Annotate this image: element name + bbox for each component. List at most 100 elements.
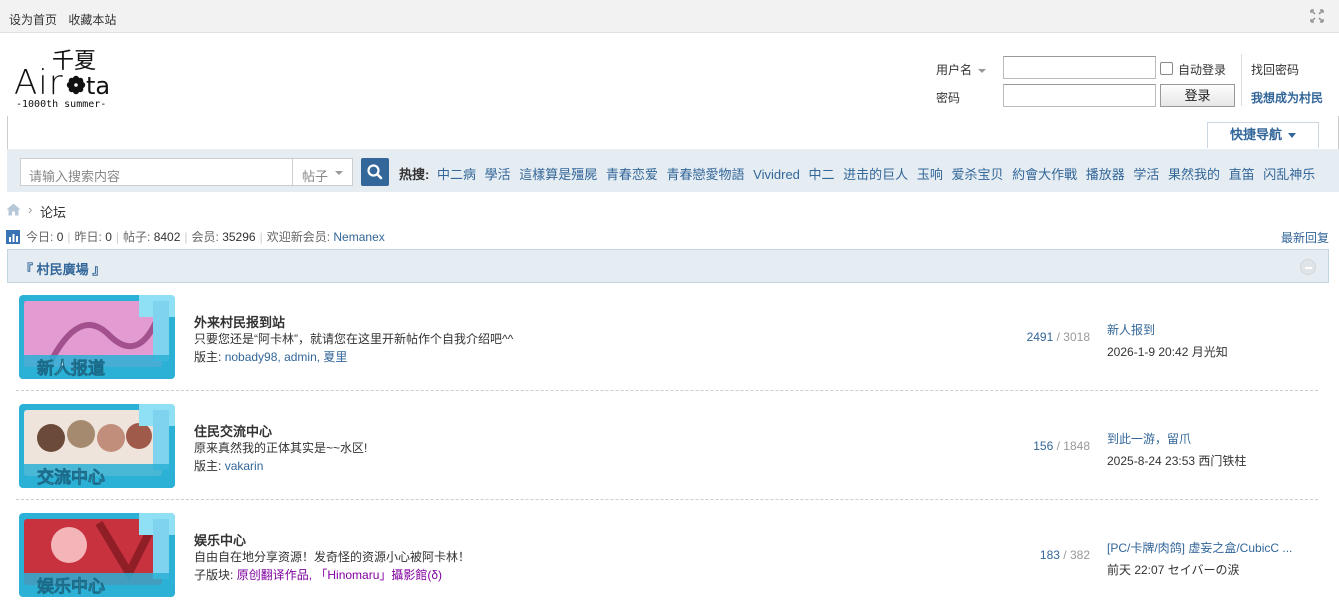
- hot-search-term[interactable]: 學活: [485, 167, 511, 182]
- auto-login-label[interactable]: 自动登录: [1178, 61, 1226, 78]
- post-count: 3018: [1063, 330, 1090, 344]
- last-post: 到此一游，留爪 2025-8-24 23:53 西门铁柱: [1107, 430, 1246, 469]
- expand-icon[interactable]: [1309, 8, 1325, 24]
- moderator-links[interactable]: nobady98, admin, 夏里: [225, 350, 348, 364]
- hot-search-term[interactable]: 中二病: [437, 167, 476, 182]
- auto-login-checkbox[interactable]: [1160, 62, 1173, 75]
- collapse-icon[interactable]: [1300, 259, 1316, 275]
- search-input[interactable]: 请输入搜索内容: [20, 158, 293, 186]
- last-post-meta: 前天 22:07 セイバーの涙: [1107, 563, 1240, 577]
- set-home-link[interactable]: 设为首页: [9, 13, 57, 27]
- last-post-title[interactable]: 新人报到: [1107, 321, 1228, 338]
- hot-search-label: 热搜:: [399, 167, 430, 182]
- home-icon[interactable]: [6, 203, 21, 216]
- forum-name[interactable]: 住民交流中心: [194, 421, 272, 440]
- forum-icon-label: 娱乐中心: [37, 576, 105, 597]
- search-button[interactable]: [361, 158, 389, 186]
- forum-subforums: 子版块: 原创翻译作品, 「Hinomaru」攝影館(δ): [194, 568, 443, 582]
- quick-nav-button[interactable]: 快捷导航: [1207, 122, 1319, 148]
- hot-search-term[interactable]: 闪乱神乐: [1263, 167, 1315, 182]
- top-bar: 设为首页 收藏本站: [0, 0, 1339, 33]
- password-input[interactable]: [1003, 84, 1156, 107]
- forum-counts: 183 / 382: [1039, 548, 1090, 562]
- yesterday-label: 昨日:: [74, 230, 102, 244]
- last-post-meta: 2026-1-9 20:42 月光知: [1107, 345, 1228, 359]
- moderator-links[interactable]: vakarin: [225, 459, 264, 473]
- search-bar: 请输入搜索内容 帖子 热搜: 中二病 學活 這樣算是殭屍 青春恋爱 青春戀愛物語…: [7, 149, 1339, 192]
- forum-name[interactable]: 娱乐中心: [194, 530, 246, 549]
- post-count: 1848: [1063, 439, 1090, 453]
- hot-search-term[interactable]: 直笛: [1229, 167, 1255, 182]
- forum-moderators: 版主: nobady98, admin, 夏里: [194, 350, 348, 364]
- posts-label: 帖子:: [123, 230, 151, 244]
- hot-search-term[interactable]: 进击的巨人: [843, 167, 908, 182]
- bookmark-link[interactable]: 收藏本站: [68, 13, 116, 27]
- thread-count: 156: [1033, 439, 1054, 453]
- thread-count: 2491: [1026, 330, 1054, 344]
- forum-counts: 156 / 1848: [1033, 439, 1090, 453]
- hot-search-term[interactable]: Vividred: [753, 167, 800, 182]
- welcome-label: 欢迎新会员:: [266, 230, 331, 244]
- last-post-meta: 2025-8-24 23:53 西门铁柱: [1107, 454, 1247, 468]
- username-type-select[interactable]: 用户名: [936, 61, 987, 78]
- site-logo[interactable]: 千夏 Air ta -1000th summer-: [14, 46, 126, 112]
- hot-search-term[interactable]: 播放器: [1086, 167, 1125, 182]
- members-label: 会员:: [191, 230, 219, 244]
- today-count: 0: [56, 230, 64, 244]
- hot-search-term[interactable]: 中二: [809, 167, 835, 182]
- svg-text:Air: Air: [14, 63, 64, 103]
- hot-search-term[interactable]: 這樣算是殭屍: [519, 167, 597, 182]
- forum-description: 自由自在地分享资源！发奇怪的资源小心被阿卡林！: [194, 550, 471, 564]
- hot-search-term[interactable]: 約會大作戰: [1012, 167, 1077, 182]
- hot-search-term[interactable]: 学活: [1133, 167, 1159, 182]
- forgot-password-link[interactable]: 找回密码: [1251, 61, 1299, 78]
- divider: [1241, 54, 1242, 106]
- hot-search-term[interactable]: 玉响: [917, 167, 943, 182]
- hot-search-term[interactable]: 青春恋爱: [606, 167, 658, 182]
- hot-search-term[interactable]: 果然我的: [1168, 167, 1220, 182]
- forum-row: 娱乐中心 娱乐中心 自由自在地分享资源！发奇怪的资源小心被阿卡林！ 子版块: 原…: [16, 500, 1318, 605]
- category-title[interactable]: 『 村民廣場 』: [20, 259, 105, 278]
- thread-count: 183: [1039, 548, 1060, 562]
- username-input[interactable]: [1003, 56, 1156, 79]
- forum-moderators: 版主: vakarin: [194, 459, 264, 473]
- stats-chart-icon: [6, 230, 20, 244]
- forum-stats: 今日: 0 | 昨日: 0 | 帖子: 8402 | 会员: 35296 | 欢迎新会员: Ne…: [6, 228, 385, 245]
- password-label: 密码: [936, 91, 961, 105]
- forum-icon[interactable]: 交流中心: [19, 404, 175, 488]
- posts-count: 8402: [153, 230, 181, 244]
- svg-text:ta: ta: [86, 72, 110, 100]
- post-count: 382: [1069, 548, 1090, 562]
- search-type-select[interactable]: 帖子: [292, 158, 353, 186]
- login-form: 用户名 自动登录 找回密码 密码 登录 我想成为村民: [936, 54, 1339, 112]
- login-button[interactable]: 登录: [1160, 84, 1235, 107]
- today-label: 今日:: [26, 230, 54, 244]
- search-icon: [367, 164, 383, 180]
- hot-search-term[interactable]: 爱杀宝贝: [951, 167, 1003, 182]
- category-header: 『 村民廣場 』: [7, 249, 1329, 283]
- forum-description: 原来真然我的正体其实是~~水区!: [194, 441, 368, 455]
- hot-search: 热搜: 中二病 學活 這樣算是殭屍 青春恋爱 青春戀愛物語 Vividred 中…: [399, 164, 1320, 183]
- divider: [7, 116, 8, 149]
- forum-name[interactable]: 外来村民报到站: [194, 312, 285, 331]
- chevron-down-icon: [335, 171, 343, 175]
- forum-icon[interactable]: 新人报道: [19, 295, 175, 379]
- last-post: 新人报到 2026-1-9 20:42 月光知: [1107, 321, 1228, 360]
- hot-search-term[interactable]: 青春戀愛物語: [667, 167, 745, 182]
- breadcrumb-current[interactable]: 论坛: [40, 202, 66, 221]
- forum-row: 新人报道 外来村民报到站 只要您还是“阿卡林”，就请您在这里开新帖作个自我介绍吧…: [16, 282, 1318, 391]
- last-post: [PC/卡牌/肉鸽] 虚妄之盒/CubicC ... 前天 22:07 セイバー…: [1107, 539, 1292, 578]
- forum-icon-label: 交流中心: [37, 467, 105, 488]
- latest-replies-link[interactable]: 最新回复: [1281, 229, 1329, 246]
- last-post-title[interactable]: [PC/卡牌/肉鸽] 虚妄之盒/CubicC ...: [1107, 539, 1292, 556]
- subforum-links[interactable]: 原创翻译作品, 「Hinomaru」攝影館(δ): [237, 568, 442, 582]
- logo-tagline: -1000th summer-: [16, 99, 106, 110]
- forum-icon[interactable]: 娱乐中心: [19, 513, 175, 597]
- last-post-title[interactable]: 到此一游，留爪: [1107, 430, 1246, 447]
- forum-counts: 2491 / 3018: [1026, 330, 1090, 344]
- register-link[interactable]: 我想成为村民: [1251, 89, 1323, 106]
- newest-member-link[interactable]: Nemanex: [333, 230, 384, 244]
- yesterday-count: 0: [105, 230, 112, 244]
- chevron-down-icon: [1288, 133, 1296, 139]
- forum-row: 交流中心 住民交流中心 原来真然我的正体其实是~~水区! 版主: vakarin…: [16, 391, 1318, 500]
